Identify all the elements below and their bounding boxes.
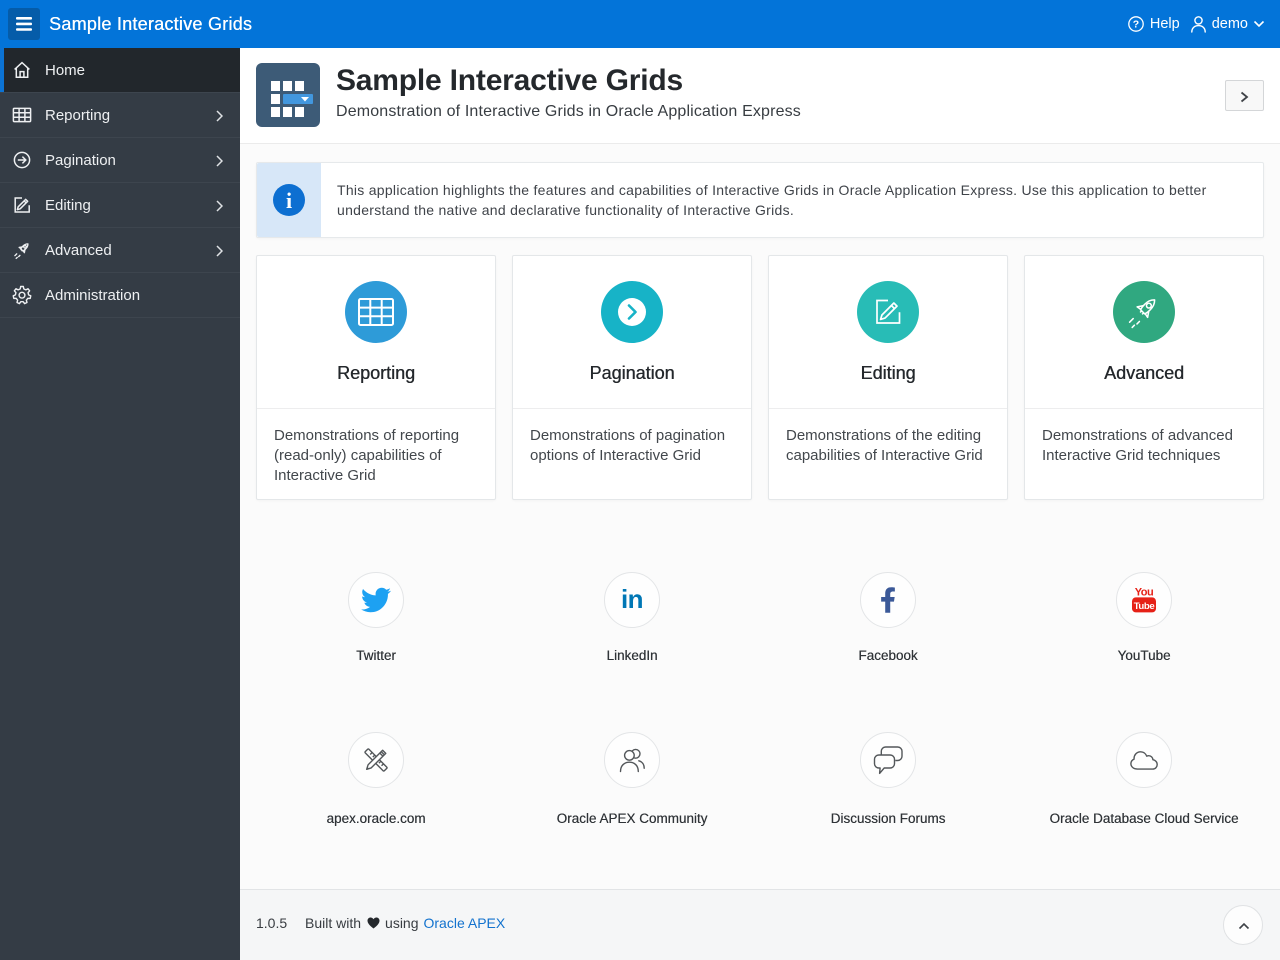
svg-text:Tube: Tube	[1134, 601, 1155, 612]
svg-text:You: You	[1135, 587, 1153, 599]
svg-text:i: i	[286, 188, 292, 213]
svg-text:?: ?	[1133, 19, 1139, 31]
svg-text:in: in	[621, 585, 643, 614]
